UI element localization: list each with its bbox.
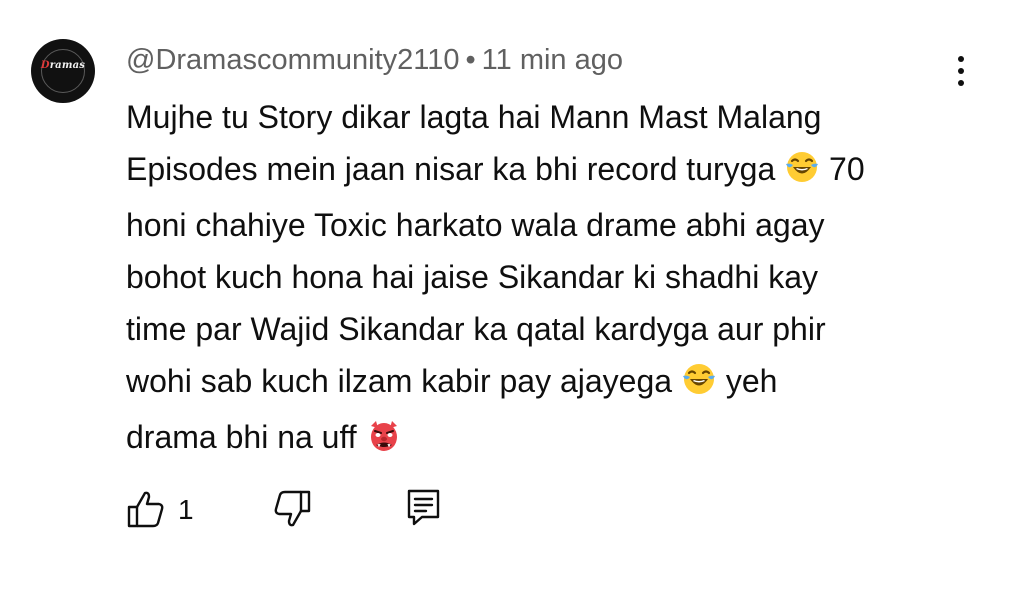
avatar-ring	[41, 49, 85, 93]
more-vertical-icon-dot	[958, 68, 964, 74]
comment-line-text: Mujhe tu Story dikar lagta hai Mann Mast…	[126, 99, 822, 135]
comment-thread: Dramas @Dramascommunity2110 • 11 min ago M…	[0, 0, 1024, 592]
comment-line-text: 70	[829, 151, 865, 187]
comment-line-text: bohot kuch hona hai jaise Sikandar ki sh…	[126, 259, 818, 295]
more-options-button[interactable]	[946, 52, 976, 90]
comment-text: Mujhe tu Story dikar lagta hai Mann Mast…	[126, 91, 976, 467]
comment-line: time par Wajid Sikandar ka qatal kardyga…	[126, 303, 976, 355]
comment-line-text: wohi sab kuch ilzam kabir pay ajayega	[126, 363, 673, 399]
comment-line: wohi sab kuch ilzam kabir pay ajayega ye…	[126, 355, 976, 411]
comment-line: honi chahiye Toxic harkato wala drame ab…	[126, 199, 976, 251]
comment-line-text: time par Wajid Sikandar ka qatal kardyga…	[126, 311, 826, 347]
reply-button[interactable]	[404, 488, 444, 535]
avatar-logo-initial: D	[40, 60, 50, 71]
more-vertical-icon	[958, 56, 964, 62]
comment-meta: @Dramascommunity2110 • 11 min ago	[126, 44, 623, 77]
comment-line-text: honi chahiye Toxic harkato wala drame ab…	[126, 207, 825, 243]
comment-line: bohot kuch hona hai jaise Sikandar ki sh…	[126, 251, 976, 303]
like-button[interactable]	[126, 488, 166, 535]
comment-line-text: yeh	[725, 363, 778, 399]
comment-author[interactable]: @Dramascommunity2110	[126, 44, 460, 76]
like-count: 1	[178, 494, 194, 525]
meta-separator: •	[465, 44, 476, 76]
comment-time[interactable]: 11 min ago	[482, 44, 623, 76]
reply-comment-icon	[404, 489, 444, 534]
comment-line-text: Episodes mein jaan nisar ka bhi record t…	[126, 151, 776, 187]
comment-line: drama bhi na uff	[126, 411, 976, 467]
comment-line: Mujhe tu Story dikar lagta hai Mann Mast…	[126, 91, 976, 143]
face-with-tears-of-joy-icon	[785, 147, 819, 199]
thumbs-up-icon	[126, 491, 166, 534]
face-with-tears-of-joy-icon	[682, 359, 716, 411]
goblin-mask-icon	[367, 415, 401, 467]
avatar[interactable]: Dramas	[31, 39, 95, 103]
more-vertical-icon-dot	[958, 80, 964, 86]
comment-line-text: drama bhi na uff	[126, 419, 357, 455]
avatar-logo-rest: ramas	[49, 60, 86, 71]
thumbs-down-icon	[272, 490, 312, 534]
avatar-logo-text: Dramas	[31, 60, 95, 71]
dislike-button[interactable]	[272, 488, 312, 535]
comment-line: Episodes mein jaan nisar ka bhi record t…	[126, 143, 976, 199]
